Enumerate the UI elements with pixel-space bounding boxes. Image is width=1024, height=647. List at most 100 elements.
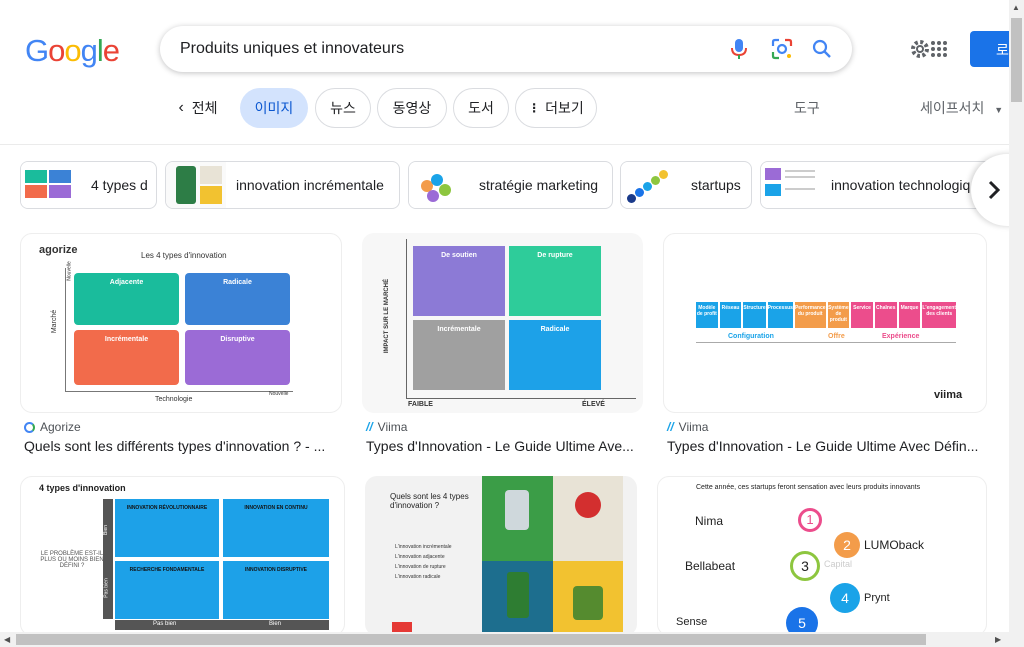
result-thumbnail: IMPACT SUR LE MARCHÉ FAIBLE ÉLEVÉ De sou… [362,233,643,413]
caret-down-icon: ▼ [994,105,1004,115]
image-result-1[interactable]: agorize Les 4 types d'innovation Marché … [20,233,342,458]
thumb-cell: Structure [743,302,766,328]
horizontal-scroll-thumb[interactable] [16,634,926,645]
thumb-item: L'innovation adjacente [395,554,445,560]
search-icon[interactable] [810,37,834,61]
image-result-5[interactable]: Quels sont les 4 types d'innovation ? L'… [365,476,637,636]
result-source-name: Agorize [40,420,81,434]
chevron-right-icon [988,180,1001,200]
thumb-item: L'innovation de rupture [395,564,446,570]
more-vert-icon: ⋮ [528,101,541,115]
thumb-quadrant: De rupture [509,246,601,316]
image-result-2[interactable]: IMPACT SUR LE MARCHÉ FAIBLE ÉLEVÉ De sou… [362,233,643,458]
result-thumbnail: Quels sont les 4 types d'innovation ? L'… [365,476,637,636]
settings-gear-icon[interactable] [909,38,931,60]
thumb-quadrant: Adjacente [74,273,179,325]
google-images-page: Google 로 ‹ 전체 이미지 뉴스 동영상 도서 ⋮ 더보기 [0,0,1024,647]
thumb-cell: Chaînes [874,302,897,328]
vertical-scroll-thumb[interactable] [1011,18,1022,102]
thumb-y-axis: IMPACT SUR LE MARCHÉ [384,278,391,354]
thumb-cell: L'engagement des clients [922,302,957,328]
logo-letter-o2: o [64,33,81,68]
thumb-name: Sense [676,616,708,628]
google-logo[interactable]: Google [25,33,120,69]
safesearch-label: 세이프서치 [920,100,985,116]
thumb-brand: viima [934,389,963,401]
chip-innovation-technologique[interactable]: innovation technologiq [760,161,1000,209]
tools-button[interactable]: 도구 [794,98,820,118]
thumb-cell: Service [851,302,873,328]
chip-label: innovation technologiq [831,177,971,193]
tab-more-label: 더보기 [545,100,584,116]
thumb-row-label: Bien [103,524,110,536]
scroll-up-icon[interactable]: ▲ [1012,3,1020,12]
result-title[interactable]: Types d'Innovation - Le Guide Ultime Ave… [366,438,641,454]
chip-label: startups [691,177,741,193]
thumb-x-axis: Technologie [155,396,193,403]
tab-videos[interactable]: 동영상 [377,88,447,128]
result-source-name: Viima [377,420,408,434]
chip-label: innovation incrémentale [236,177,384,193]
chip-4-types[interactable]: 4 types d [20,161,157,209]
thumb-group: Expérience [882,333,920,340]
thumb-group: Offre [828,333,845,340]
thumb-heading: Quels sont les 4 types d'innovation ? [390,492,469,510]
thumb-cells-row: Modèle de profit Réseau Structure Proces… [696,302,957,328]
lens-camera-icon[interactable] [770,37,794,61]
scroll-right-icon[interactable]: ▶ [995,635,1001,644]
agorize-favicon-icon [24,421,35,433]
result-source[interactable]: // Viima [366,420,407,434]
thumb-brand: agorize [39,244,78,256]
thumb-quadrant: INNOVATION EN CONTINU [223,499,329,557]
result-title[interactable]: Quels sont les différents types d'innova… [24,438,339,454]
image-result-6[interactable]: Cette année, ces startups feront sensati… [657,476,987,636]
image-result-3[interactable]: Modèle de profit Réseau Structure Proces… [663,233,987,458]
thumb-col-label: Pas bien [153,621,177,627]
tab-all-label: 전체 [191,100,218,116]
apps-grid-icon[interactable] [930,40,948,58]
thumb-item: L'innovation incrémentale [395,544,452,550]
result-source[interactable]: // Viima [667,420,708,434]
thumb-x-corner: Nouvelle [269,391,289,397]
thumb-x-low: FAIBLE [408,401,433,408]
safesearch-button[interactable]: 세이프서치 ▼ [920,98,1003,118]
thumb-cell: Modèle de profit [696,302,718,328]
thumb-quadrant: Incrémentale [413,320,505,390]
search-input[interactable] [180,37,720,61]
chip-strategie-marketing[interactable]: stratégie marketing [408,161,613,209]
tab-images[interactable]: 이미지 [240,88,308,128]
chip-innovation-incrementale[interactable]: innovation incrémentale [165,161,400,209]
result-title[interactable]: Types d'Innovation - Le Guide Ultime Ave… [667,438,985,454]
tab-more[interactable]: ⋮ 더보기 [515,88,597,128]
microphone-icon[interactable] [727,37,751,61]
image-result-4[interactable]: 4 types d'innovation LE PROBLÈME EST-IL … [20,476,345,636]
header-divider [0,144,1010,145]
viima-favicon-icon: // [366,420,373,434]
thumb-quadrant: INNOVATION RÉVOLUTIONNAIRE [115,499,219,557]
tab-all[interactable]: ‹ 전체 [168,88,228,128]
thumb-number: 1 [798,508,822,532]
scroll-left-icon[interactable]: ◀ [4,635,10,644]
thumb-group: Configuration [728,333,774,340]
chip-label: stratégie marketing [479,177,599,193]
thumb-name: Prynt [864,592,890,604]
result-source[interactable]: Agorize [24,420,81,434]
thumb-quadrant: Radicale [185,273,290,325]
tab-news[interactable]: 뉴스 [315,88,371,128]
thumb-name: LUMOback [864,538,925,552]
thumb-row-label: Pas bien [103,578,110,598]
logo-letter-e: e [102,33,120,68]
thumb-left-note: LE PROBLÈME EST-IL PLUS OU MOINS BIEN DÉ… [40,551,104,569]
thumb-quadrant: Disruptive [185,330,290,385]
thumb-name: Nima [695,514,724,528]
tab-books[interactable]: 도서 [453,88,509,128]
thumb-cell: Marque [898,302,921,328]
thumb-heading: 4 types d'innovation [39,483,126,493]
thumb-col-label: Bien [269,621,282,627]
chip-startups[interactable]: startups [620,161,752,209]
logo-letter-g: G [25,33,49,68]
thumb-quadrant: INNOVATION DISRUPTIVE [223,561,329,619]
thumb-x-high: ÉLEVÉ [582,401,605,408]
thumb-faded-label: Capital [824,559,853,569]
logo-letter-g2: g [80,33,98,68]
